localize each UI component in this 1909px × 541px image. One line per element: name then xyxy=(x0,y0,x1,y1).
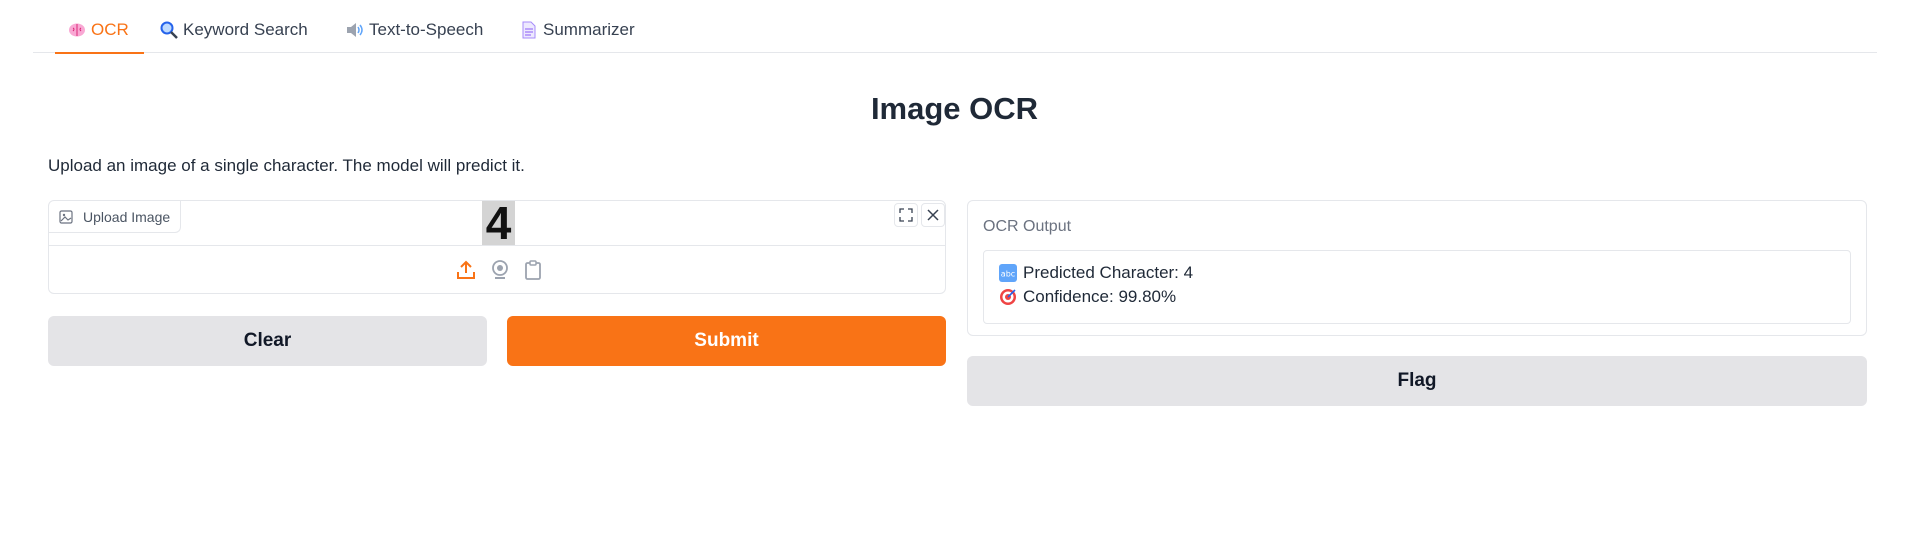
abc-icon: abc xyxy=(999,264,1017,282)
magnifier-icon xyxy=(160,21,178,39)
uploaded-image-preview: 4 xyxy=(482,200,515,246)
upload-divider xyxy=(49,245,945,246)
tab-ocr-label: OCR xyxy=(91,20,129,39)
clipboard-icon[interactable] xyxy=(523,259,543,281)
predicted-character: Predicted Character: 4 xyxy=(1023,263,1194,282)
tab-summarizer-label: Summarizer xyxy=(543,20,635,39)
webcam-icon[interactable] xyxy=(490,259,510,281)
confidence: Confidence: 99.80% xyxy=(1023,287,1177,306)
upload-icon[interactable] xyxy=(456,259,476,281)
tab-text-to-speech[interactable]: Text-to-Speech xyxy=(345,20,483,52)
submit-button[interactable]: Submit xyxy=(507,316,946,366)
brain-icon xyxy=(69,23,85,37)
tab-keyword-search-label: Keyword Search xyxy=(183,20,308,39)
image-upload[interactable]: Upload Image 4 xyxy=(48,200,946,294)
page-description: Upload an image of a single character. T… xyxy=(48,156,525,175)
target-icon xyxy=(1000,289,1016,305)
output-textbox: abc Predicted Character: 4 Confidence: 9… xyxy=(983,250,1851,324)
clear-button[interactable]: Clear xyxy=(48,316,487,366)
fullscreen-icon xyxy=(899,208,913,222)
close-icon xyxy=(927,209,939,221)
confidence-line: Confidence: 99.80% xyxy=(999,287,1176,307)
image-icon xyxy=(59,209,73,224)
tab-ocr[interactable]: OCR xyxy=(55,20,144,54)
upload-label-text: Upload Image xyxy=(83,208,171,225)
page-title: Image OCR xyxy=(870,91,1039,126)
upload-label: Upload Image xyxy=(49,201,182,233)
flag-button[interactable]: Flag xyxy=(967,356,1867,406)
document-icon xyxy=(522,21,536,39)
ocr-output: OCR Output abc Predicted Character: 4 Co… xyxy=(967,200,1867,336)
clear-image-button[interactable] xyxy=(921,203,945,227)
speaker-icon xyxy=(347,23,363,37)
tab-bar: OCR Keyword Search Text-to-Speech Summar… xyxy=(33,0,1877,54)
tab-text-to-speech-label: Text-to-Speech xyxy=(369,20,484,39)
tab-keyword-search[interactable]: Keyword Search xyxy=(159,20,308,52)
predicted-character-line: abc Predicted Character: 4 xyxy=(999,263,1193,283)
output-label: OCR Output xyxy=(983,218,1072,235)
svg-text:abc: abc xyxy=(1001,270,1015,279)
fullscreen-button[interactable] xyxy=(894,203,918,227)
tab-summarizer[interactable]: Summarizer xyxy=(519,20,635,52)
